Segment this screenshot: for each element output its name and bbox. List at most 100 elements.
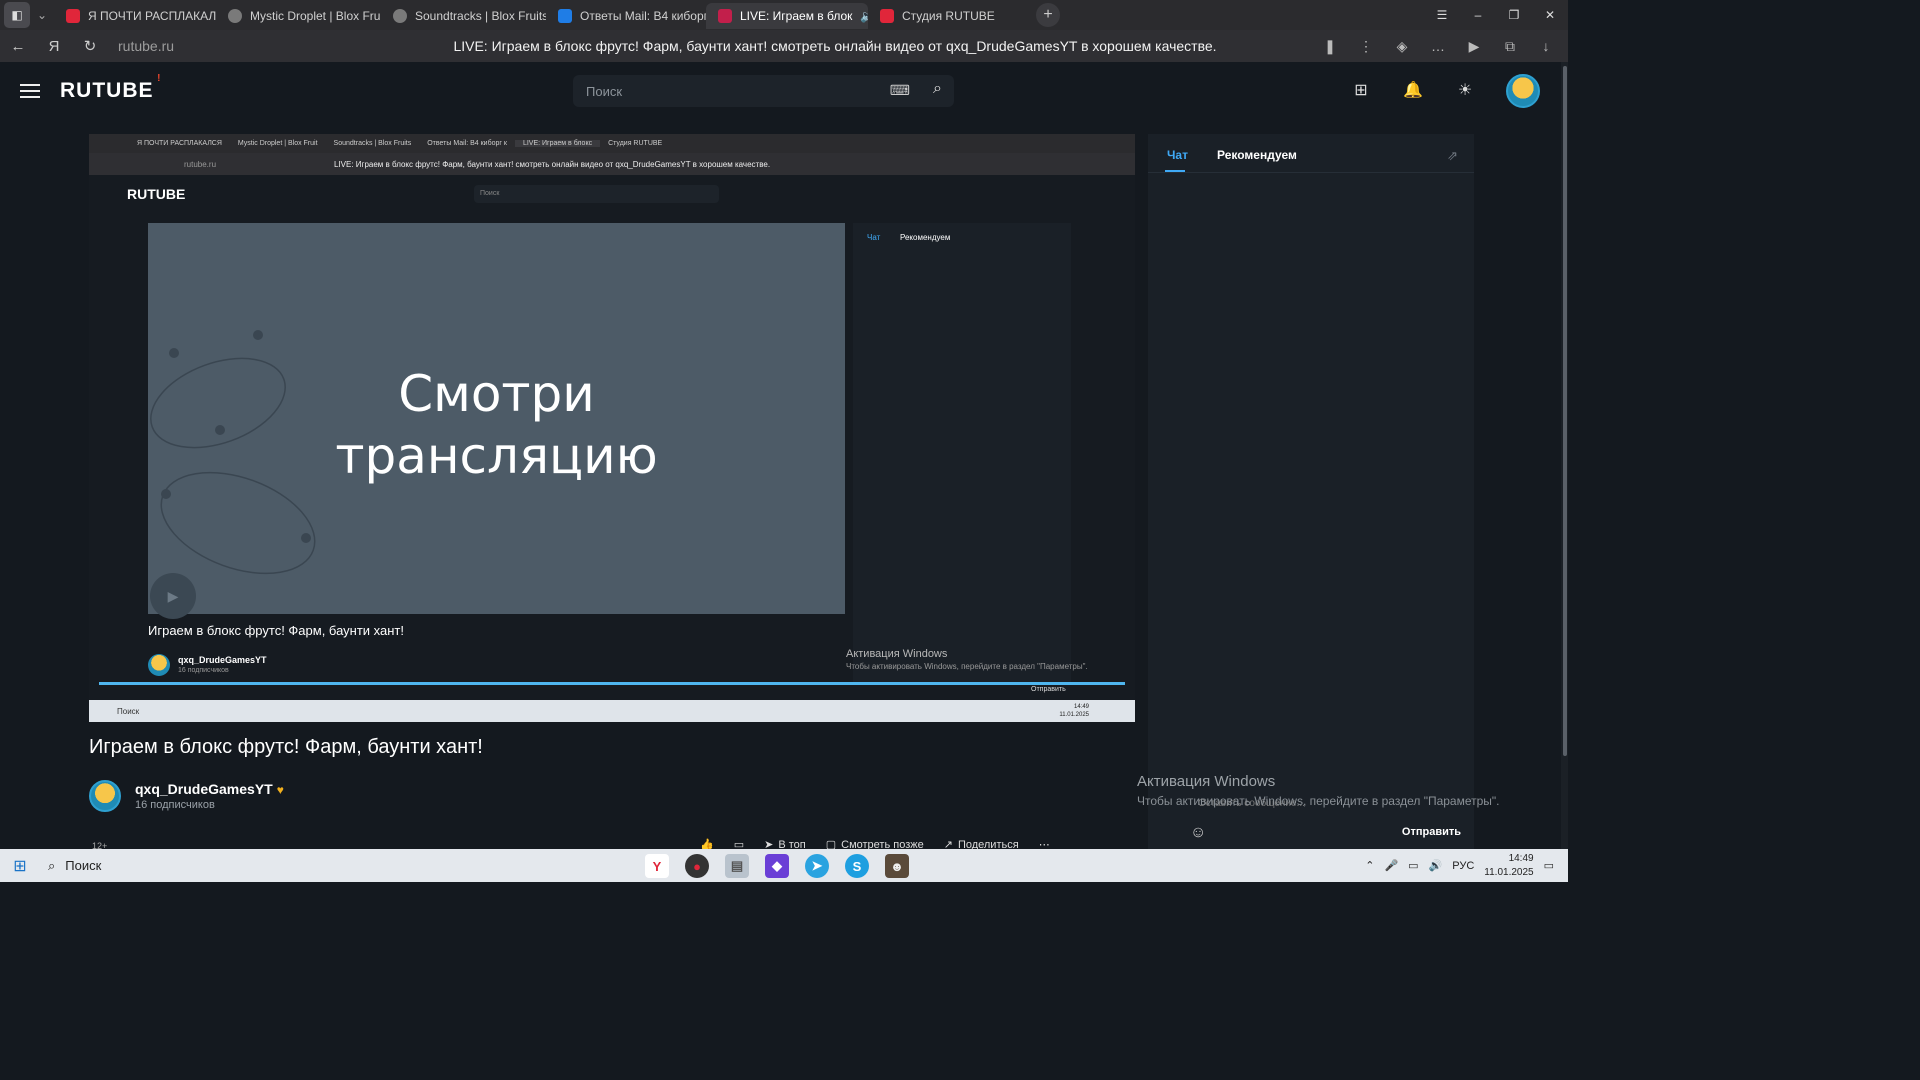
upload-icon[interactable]: ⊞: [1350, 80, 1372, 102]
collections-icon[interactable]: ⧉: [1492, 38, 1528, 55]
game-app-icon[interactable]: ☻: [885, 854, 909, 878]
site-header: RUTUBE! Поиск ⌨ ⌕ ⊞ 🔔 ☀: [0, 62, 1568, 120]
search-icon[interactable]: ⌕: [933, 80, 942, 98]
back-icon[interactable]: ←: [0, 38, 36, 55]
chevron-up-icon[interactable]: ⌃: [1365, 859, 1374, 872]
notifications-icon[interactable]: ▭: [1544, 859, 1554, 872]
close-window-icon[interactable]: ✕: [1532, 8, 1568, 22]
windows-start-icon[interactable]: ⊞: [0, 849, 40, 882]
tab-recommend[interactable]: Рекомендуем: [1217, 148, 1297, 162]
captured-subs: 16 подписчиков: [178, 667, 229, 674]
taskbar-clock[interactable]: 14:49 11.01.2025: [1484, 852, 1533, 880]
download-icon[interactable]: ↓: [1528, 38, 1564, 55]
media-icon[interactable]: ▶: [1456, 38, 1492, 55]
captured-tab: Mystic Droplet | Blox Fruit: [237, 140, 318, 147]
address-actions: ❚ ⋮ ◈ … ▶ ⧉ ↓: [1312, 38, 1564, 55]
captured-tab: Ответы Mail: В4 киборг к: [427, 140, 507, 147]
yandex-icon[interactable]: Я: [36, 38, 72, 55]
captured-video-title: Играем в блокс фрутс! Фарм, баунти хант!: [148, 623, 404, 638]
channel-avatar[interactable]: [89, 780, 121, 812]
minimize-icon[interactable]: –: [1460, 8, 1496, 22]
telegram-icon[interactable]: ➤: [805, 854, 829, 878]
record-app-icon[interactable]: ●: [685, 854, 709, 878]
tabs-dropdown-icon[interactable]: ⌄: [30, 8, 54, 22]
scrollbar-thumb[interactable]: [1563, 66, 1567, 756]
tab-5[interactable]: Студия RUTUBE: [868, 3, 1028, 29]
address-domain[interactable]: rutube.ru: [118, 38, 358, 54]
menu-icon[interactable]: ☰: [1424, 8, 1460, 22]
bell-icon[interactable]: 🔔: [1402, 80, 1424, 102]
youtube-icon: [66, 9, 80, 23]
blox-fruits-icon: [228, 9, 242, 23]
captured-tab-strip: Я ПОЧТИ РАСПЛАКАЛСЯ Mystic Droplet | Blo…: [89, 134, 1135, 153]
search-input[interactable]: Поиск ⌨ ⌕: [573, 75, 954, 107]
speaker-icon[interactable]: 🔈: [860, 9, 868, 23]
channel-name[interactable]: qxq_DrudeGamesYT ♥: [135, 781, 284, 797]
chat-divider: [1148, 172, 1474, 173]
player-progress-bar[interactable]: [99, 682, 1125, 685]
captured-channel: qxq_DrudeGamesYT: [178, 655, 267, 665]
taskbar-apps: Y ● ▤ ◆ ➤ S ☻: [645, 854, 909, 878]
user-avatar[interactable]: [1506, 74, 1540, 108]
tab-active-live[interactable]: LIVE: Играем в блок🔈✕: [706, 3, 868, 29]
network-icon[interactable]: ▭: [1408, 859, 1418, 872]
roblox-studio-icon[interactable]: ◆: [765, 854, 789, 878]
reload-icon[interactable]: ↻: [72, 37, 108, 55]
captured-address-bar: rutube.ru LIVE: Играем в блокс фрутс! Фа…: [89, 153, 1135, 175]
tab-chat[interactable]: Чат: [1167, 148, 1188, 162]
keyboard-icon[interactable]: ⌨: [890, 82, 910, 99]
language-indicator[interactable]: РУС: [1452, 860, 1474, 872]
search-icon: ⌕: [48, 857, 56, 873]
subscriber-count: 16 подписчиков: [135, 799, 215, 811]
address-page-title[interactable]: LIVE: Играем в блокс фрутс! Фарм, баунти…: [358, 38, 1312, 54]
taskbar-search[interactable]: ⌕ Поиск: [48, 858, 218, 874]
captured-tab: Soundtracks | Blox Fruits: [333, 140, 412, 147]
video-title: Играем в блокс фрутс! Фарм, баунти хант!: [89, 736, 483, 758]
yandex-browser-icon[interactable]: Y: [645, 854, 669, 878]
tab-1[interactable]: Mystic Droplet | Blox Fruit: [216, 3, 381, 29]
more-vertical-icon[interactable]: ⋮: [1348, 38, 1384, 55]
windows-activation-subtext: Чтобы активировать Windows, перейдите в …: [1137, 794, 1500, 808]
captured-watermark-sub: Чтобы активировать Windows, перейдите в …: [846, 662, 1088, 671]
captured-chat-panel: Чат Рекомендуем: [853, 223, 1071, 683]
heart-badge-icon: ♥: [276, 783, 284, 797]
captured-clock: 14:49 11.01.2025: [1059, 704, 1089, 718]
restore-icon[interactable]: ❐: [1496, 8, 1532, 22]
theme-sun-icon[interactable]: ☀: [1454, 80, 1476, 102]
stream-placeholder-screen: Смотри трансляцию ▶: [148, 223, 845, 619]
captured-tab: Я ПОЧТИ РАСПЛАКАЛСЯ: [137, 140, 222, 147]
stream-placeholder-text: Смотри трансляцию: [335, 365, 658, 485]
file-app-icon[interactable]: ▤: [725, 854, 749, 878]
header-actions: ⊞ 🔔 ☀: [1350, 74, 1540, 108]
external-link-icon[interactable]: ⇗: [1447, 148, 1458, 164]
new-tab-button[interactable]: +: [1036, 3, 1060, 27]
chat-panel: Чат Рекомендуем ⇗ Оставить сообщение... …: [1148, 134, 1474, 850]
tab-0[interactable]: Я ПОЧТИ РАСПЛАКАЛСЯ: [54, 3, 216, 29]
extension-icon[interactable]: ◈: [1384, 38, 1420, 55]
emoji-icon[interactable]: ☺: [1190, 824, 1206, 842]
rutube-studio-icon: [880, 9, 894, 23]
video-player[interactable]: Я ПОЧТИ РАСПЛАКАЛСЯ Mystic Droplet | Blo…: [89, 134, 1135, 722]
captured-tab: Студия RUTUBE: [608, 140, 663, 147]
tab-2[interactable]: Soundtracks | Blox Fruits: [381, 3, 546, 29]
tab-3[interactable]: Ответы Mail: В4 киборг к: [546, 3, 706, 29]
mail-answers-icon: [558, 9, 572, 23]
volume-icon[interactable]: 🔊: [1429, 859, 1443, 872]
captured-watermark: Активация Windows: [846, 648, 948, 660]
system-tray: ⌃ 🎤 ▭ 🔊 РУС 14:49 11.01.2025 ▭: [1365, 849, 1554, 882]
bookmark-icon[interactable]: ❚: [1312, 38, 1348, 55]
play-icon[interactable]: ▶: [150, 573, 196, 619]
microphone-icon[interactable]: 🎤: [1384, 859, 1398, 872]
captured-avatar: [148, 654, 170, 676]
rutube-logo[interactable]: RUTUBE!: [60, 73, 160, 103]
captured-header: RUTUBE Поиск: [89, 175, 1135, 213]
rutube-icon: [718, 9, 732, 23]
address-bar: ← Я ↻ rutube.ru LIVE: Играем в блокс фру…: [0, 30, 1568, 62]
browser-menu-icon[interactable]: ◧: [4, 2, 30, 28]
more-icon[interactable]: …: [1420, 38, 1456, 55]
skype-icon[interactable]: S: [845, 854, 869, 878]
window-controls: ☰ – ❐ ✕: [1424, 8, 1568, 22]
windows-activation-watermark: Активация Windows: [1137, 773, 1276, 790]
send-button[interactable]: Отправить: [1402, 826, 1461, 838]
hamburger-menu-icon[interactable]: [20, 84, 40, 98]
